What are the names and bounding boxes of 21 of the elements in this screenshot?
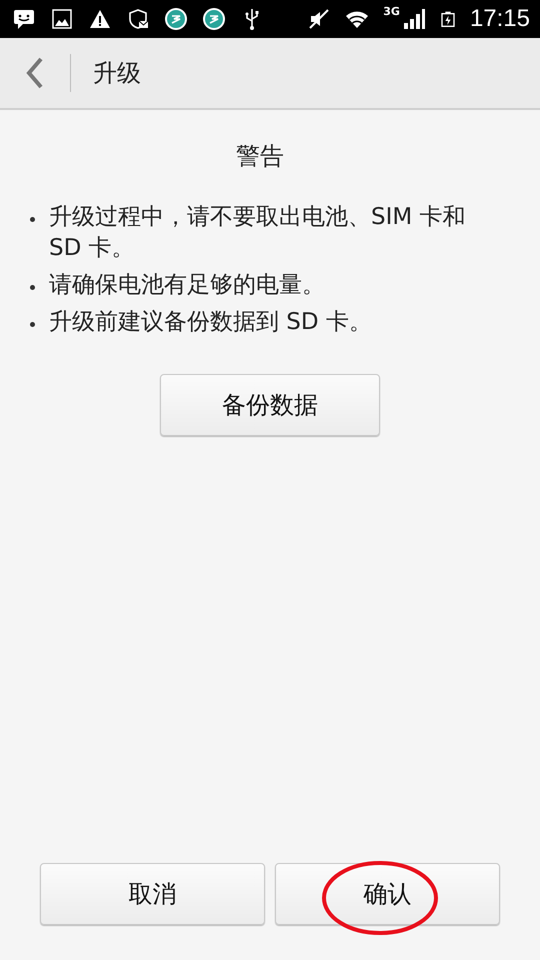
signal-icon (402, 7, 426, 31)
warning-text: 升级前建议备份数据到 SD 卡。 (49, 308, 372, 337)
page-title: 升级 (93, 58, 141, 89)
clock: 17:15 (470, 5, 530, 33)
cancel-button[interactable]: 取消 (40, 863, 265, 925)
confirm-button[interactable]: 确认 (275, 863, 500, 925)
warning-text: 升级过程中，请不要取出电池、SIM 卡和 SD 卡。 (49, 203, 467, 263)
network-type: 3G (383, 5, 400, 18)
shield-app-icon (202, 7, 226, 31)
bullet-icon (30, 322, 35, 327)
backup-button[interactable]: 备份数据 (160, 374, 380, 436)
shield-mail-icon (126, 7, 150, 31)
back-icon (25, 57, 45, 89)
image-icon (50, 7, 74, 31)
shield-app-icon (164, 7, 188, 31)
mute-icon (307, 7, 332, 31)
bullet-icon (30, 285, 35, 290)
chat-bubble-icon (12, 7, 36, 31)
warning-title: 警告 (236, 141, 284, 172)
bullet-icon (30, 217, 35, 222)
warning-text: 请确保电池有足够的电量。 (49, 271, 325, 300)
